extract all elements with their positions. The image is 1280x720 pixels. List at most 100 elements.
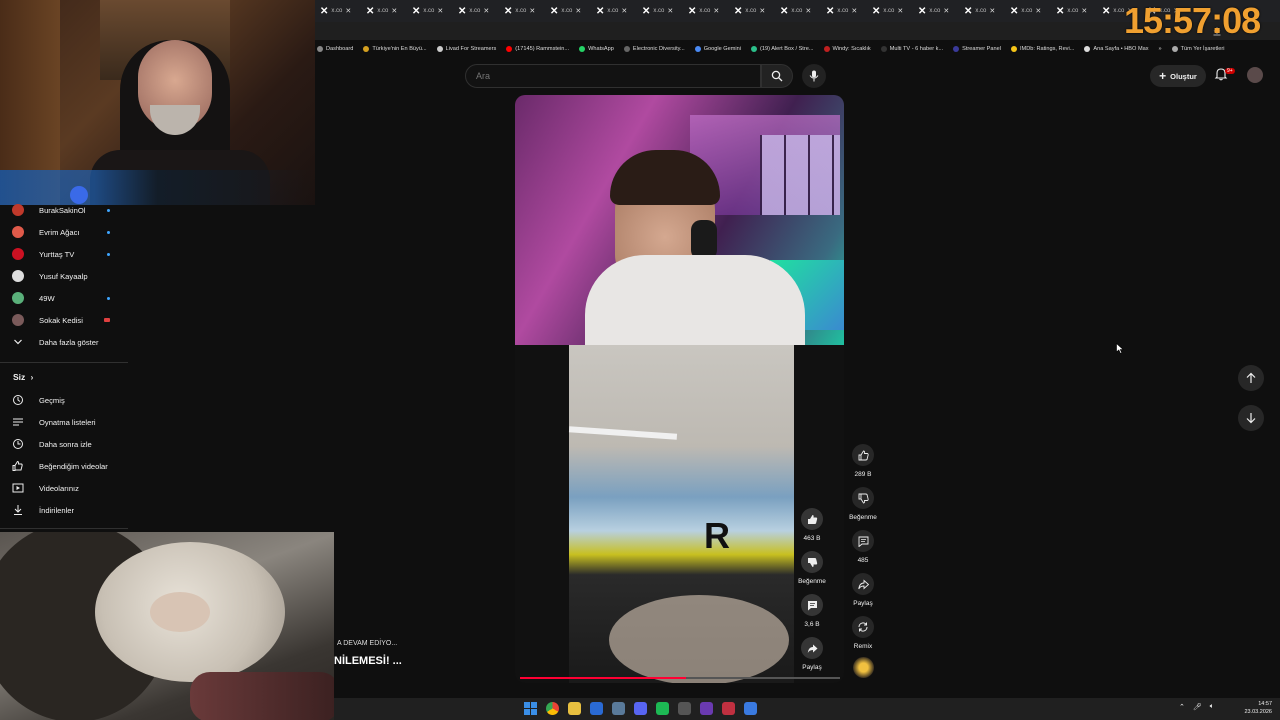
kick-icon[interactable] [700,702,713,715]
steam-icon[interactable] [612,702,625,715]
bookmark-item[interactable]: Electronic Diversity... [623,46,685,52]
sidebar-item-label: Oynatma listeleri [39,417,96,427]
subscription-item[interactable]: Evrim Ağacı [0,222,128,242]
dislike-button[interactable]: Beğenme [843,487,883,521]
browser-tab[interactable]: ✕ x.co ✕ [959,0,1005,22]
tab-close-icon[interactable]: ✕ [851,7,857,15]
bookmark-item[interactable]: Ana Sayfa • HBO Max [1084,46,1149,52]
share-button[interactable]: Paylaş [843,573,883,607]
show-more-button[interactable]: Daha fazla göster [0,332,128,352]
chrome-icon[interactable] [546,702,559,715]
search-box[interactable] [465,64,780,88]
share-label: Paylaş [853,600,873,607]
tab-close-icon[interactable]: ✕ [943,7,949,15]
tab-close-icon[interactable]: ✕ [345,7,351,15]
bookmark-item[interactable]: WhatsApp [579,46,614,52]
spotify-icon[interactable] [656,702,669,715]
chevron-up-icon[interactable]: ⌃ [1179,703,1185,711]
search-input[interactable] [466,65,780,87]
sidebar-item[interactable]: Oynatma listeleri [0,412,128,432]
bookmark-item[interactable]: Livad For Streamers [436,46,496,52]
browser-tab[interactable]: ✕ x.co ✕ [499,0,545,22]
browser-tab[interactable]: ✕ x.co ✕ [867,0,913,22]
bookmark-item[interactable]: Dashboard [317,46,353,52]
you-section-heading[interactable]: Siz › [13,372,33,382]
app-blue-icon[interactable] [590,702,603,715]
tab-close-icon[interactable]: ✕ [1081,7,1087,15]
comments-button[interactable]: 485 [843,530,883,564]
tab-close-icon[interactable]: ✕ [989,7,995,15]
search-button[interactable] [761,64,793,88]
tab-close-icon[interactable]: ✕ [437,7,443,15]
next-short-button[interactable] [1238,405,1264,431]
browser-tab[interactable]: ✕ x.co ✕ [683,0,729,22]
bookmark-item[interactable]: (17145) Rammstein... [506,46,569,52]
browser-tab[interactable]: ✕ x.co ✕ [913,0,959,22]
browser-tab[interactable]: ✕ x.co ✕ [637,0,683,22]
account-avatar[interactable] [1247,67,1263,83]
browser-tab[interactable]: ✕ x.co ✕ [407,0,453,22]
tab-close-icon[interactable]: ✕ [529,7,535,15]
bookmark-item[interactable]: Streamer Panel [953,46,1001,52]
voice-search-button[interactable] [802,64,826,88]
sidebar-item[interactable]: Daha sonra izle [0,434,128,454]
tab-close-icon[interactable]: ✕ [667,7,673,15]
tab-close-icon[interactable]: ✕ [759,7,765,15]
subscription-item[interactable]: BurakSakinOl [0,200,128,220]
folder-icon[interactable] [568,702,581,715]
tab-close-icon[interactable]: ✕ [805,7,811,15]
browser-tab[interactable]: ✕ x.co ✕ [775,0,821,22]
bookmark-item[interactable]: (19) Alert Box / Stre... [751,46,814,52]
tab-close-icon[interactable]: ✕ [575,7,581,15]
tab-close-icon[interactable]: ✕ [483,7,489,15]
windows-icon[interactable] [524,702,537,715]
bookmark-item[interactable]: IMDb: Ratings, Revi... [1010,46,1074,52]
browser-tab[interactable]: ✕ x.co ✕ [1051,0,1097,22]
browser-tab[interactable]: ✕ x.co ✕ [315,0,361,22]
browser-tab[interactable]: ✕ x.co ✕ [1005,0,1051,22]
browser-tab[interactable]: ✕ x.co ✕ [453,0,499,22]
subscription-item[interactable]: Yusuf Kayaalp [0,266,128,286]
subscription-item[interactable]: Sokak Kedisi [0,310,128,330]
bookmark-item[interactable]: » [1159,46,1162,52]
tab-close-icon[interactable]: ✕ [1035,7,1041,15]
app-red-icon[interactable] [722,702,735,715]
calculator-icon[interactable] [678,702,691,715]
subscription-item[interactable]: Yurttaş TV [0,244,128,264]
browser-tab[interactable]: ✕ x.co ✕ [821,0,867,22]
browser-tab-title: x.co [1067,8,1079,14]
bookmark-item[interactable]: Windy: Sıcaklık [823,46,871,52]
tab-close-icon[interactable]: ✕ [713,7,719,15]
discord-icon[interactable] [634,702,647,715]
inner-dislike-button[interactable]: Beğenme [792,551,832,585]
bookmark-item[interactable]: Google Gemini [694,46,741,52]
sidebar-item[interactable]: Beğendiğim videolar [0,456,128,476]
browser-tab[interactable]: ✕ x.co ✕ [545,0,591,22]
app-blue2-icon[interactable] [744,702,757,715]
like-button[interactable]: 289 B [843,444,883,478]
browser-tab[interactable]: ✕ x.co ✕ [729,0,775,22]
sidebar-item[interactable]: Videolarınız [0,478,128,498]
inner-like-button[interactable]: 463 B [792,508,832,542]
bookmark-item[interactable]: Tüm Yer İşaretleri [1171,46,1224,52]
sidebar-item[interactable]: İndirilenler [0,500,128,520]
bookmark-item[interactable]: Multi TV - 6 haber k... [880,46,943,52]
browser-tab[interactable]: ✕ x.co ✕ [591,0,637,22]
subscription-item[interactable]: 49W [0,288,128,308]
remix-button[interactable]: Remix [843,616,883,650]
previous-short-button[interactable] [1238,365,1264,391]
inner-share-button[interactable]: Paylaş [792,637,832,671]
microphone-icon[interactable]: 🎤︎ [1193,703,1202,711]
sidebar-item[interactable]: Geçmiş [0,390,128,410]
tab-close-icon[interactable]: ✕ [391,7,397,15]
volume-icon[interactable]: 🔈︎ [1210,703,1214,711]
browser-tab[interactable]: ✕ x.co ✕ [361,0,407,22]
channel-avatar[interactable] [853,657,874,678]
video-progress-bar[interactable] [520,677,840,679]
create-button[interactable]: + Oluştur [1150,65,1206,87]
taskbar-clock[interactable]: 14:57 23.03.2026 [1244,700,1272,716]
bookmark-item[interactable]: Türkiye'nin En Büyü... [363,46,427,52]
tab-close-icon[interactable]: ✕ [621,7,627,15]
tab-close-icon[interactable]: ✕ [897,7,903,15]
inner-comments-button[interactable]: 3,6 B [792,594,832,628]
